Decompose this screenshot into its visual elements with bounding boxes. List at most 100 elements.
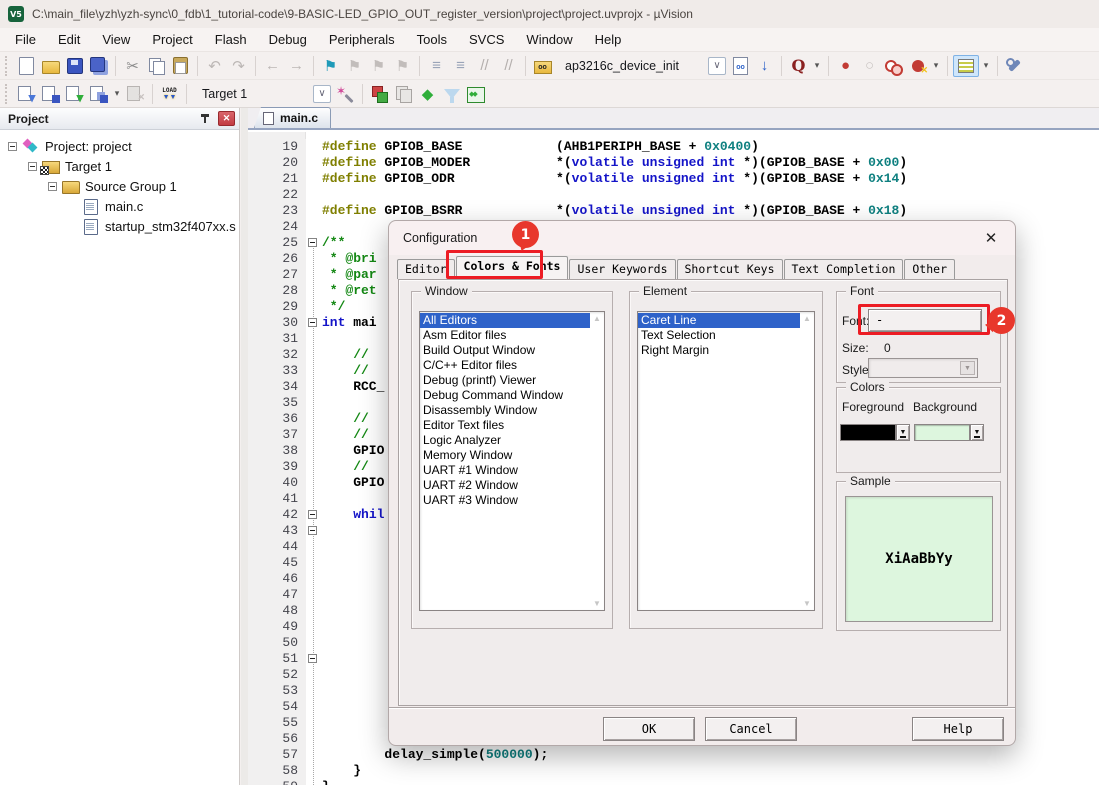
paste-icon[interactable] [169, 55, 192, 77]
fold-collapse-icon[interactable] [308, 318, 317, 327]
unindent-icon[interactable]: ≡ [425, 55, 448, 77]
list-item[interactable]: Right Margin [638, 343, 800, 358]
dialog-close-icon[interactable]: ✕ [981, 229, 1001, 247]
tree-item-main-c[interactable]: main.c [0, 196, 239, 216]
dropdown-arrow-icon[interactable]: ▾ [811, 55, 823, 77]
undo-icon[interactable]: ↶ [203, 55, 226, 77]
manage-books-icon[interactable]: ◆ [416, 83, 439, 105]
tree-item-project-project[interactable]: Project: project [0, 136, 239, 156]
save-all-icon[interactable] [87, 55, 110, 77]
file-extensions-icon[interactable] [440, 83, 463, 105]
fold-collapse-icon[interactable] [308, 526, 317, 535]
manage-rte-icon[interactable] [368, 83, 391, 105]
indent-icon[interactable]: ≡ [449, 55, 472, 77]
disable-all-breakpoints-icon[interactable] [882, 55, 905, 77]
dropdown-arrow-icon[interactable]: ▾ [111, 83, 123, 105]
save-icon[interactable] [63, 55, 86, 77]
list-item[interactable]: All Editors [420, 313, 590, 328]
toolbar-grip[interactable] [5, 84, 11, 104]
scroll-up-icon[interactable]: ▲ [593, 314, 601, 323]
element-list-scrollbar[interactable]: ▲▼ [800, 312, 814, 610]
stop-build-icon[interactable] [124, 83, 147, 105]
ok-button[interactable]: OK [603, 717, 695, 741]
scroll-down-icon[interactable]: ▼ [803, 599, 811, 608]
dropdown-arrow-icon[interactable]: ▾ [980, 55, 992, 77]
toolbar-grip[interactable] [5, 56, 11, 76]
find-icon[interactable] [729, 55, 752, 77]
list-item[interactable]: UART #2 Window [420, 478, 590, 493]
menu-window[interactable]: Window [515, 29, 583, 50]
scroll-up-icon[interactable]: ▲ [803, 314, 811, 323]
configuration-wrench-icon[interactable] [1003, 55, 1026, 77]
uncomment-icon[interactable]: // [497, 55, 520, 77]
build-icon[interactable] [39, 83, 62, 105]
background-dropdown-icon[interactable] [970, 424, 984, 441]
find-in-files-icon[interactable] [531, 55, 554, 77]
list-item[interactable]: Debug Command Window [420, 388, 590, 403]
navigate-back-icon[interactable]: ← [261, 55, 284, 77]
translate-file-icon[interactable] [15, 83, 38, 105]
dialog-tab-text-completion[interactable]: Text Completion [784, 259, 904, 279]
menu-flash[interactable]: Flash [204, 29, 258, 50]
cancel-button[interactable]: Cancel [705, 717, 797, 741]
dialog-tab-other[interactable]: Other [904, 259, 955, 279]
copy-icon[interactable] [145, 55, 168, 77]
insert-breakpoint-icon[interactable]: ● [834, 55, 857, 77]
menu-file[interactable]: File [4, 29, 47, 50]
dialog-tab-shortcut-keys[interactable]: Shortcut Keys [677, 259, 783, 279]
navigate-forward-icon[interactable]: → [285, 55, 308, 77]
next-bookmark-icon[interactable]: ⚑ [367, 55, 390, 77]
scroll-down-icon[interactable]: ▼ [593, 599, 601, 608]
target-select[interactable]: Target 1 [192, 84, 310, 104]
enable-disable-breakpoint-icon[interactable]: ○ [858, 55, 881, 77]
prev-bookmark-icon[interactable]: ⚑ [343, 55, 366, 77]
pack-installer-icon[interactable] [464, 83, 487, 105]
tree-item-startup-stm32f407xx-s[interactable]: startup_stm32f407xx.s [0, 216, 239, 236]
pin-icon[interactable] [198, 112, 212, 126]
menu-project[interactable]: Project [141, 29, 203, 50]
expander-icon[interactable] [28, 162, 37, 171]
list-item[interactable]: Logic Analyzer [420, 433, 590, 448]
kill-all-breakpoints-icon[interactable] [906, 55, 929, 77]
list-item[interactable]: Memory Window [420, 448, 590, 463]
menu-debug[interactable]: Debug [258, 29, 318, 50]
list-item[interactable]: Asm Editor files [420, 328, 590, 343]
expander-icon[interactable] [8, 142, 17, 151]
panel-splitter[interactable] [241, 108, 248, 785]
close-panel-button[interactable]: ✕ [218, 111, 235, 126]
rebuild-all-icon[interactable] [63, 83, 86, 105]
cut-icon[interactable]: ✂ [121, 55, 144, 77]
open-file-icon[interactable] [39, 55, 62, 77]
menu-help[interactable]: Help [584, 29, 633, 50]
dialog-tab-user-keywords[interactable]: User Keywords [569, 259, 675, 279]
options-for-target-icon[interactable] [334, 83, 357, 105]
tab-main-c[interactable]: main.c [254, 107, 331, 128]
foreground-color-swatch[interactable] [840, 424, 896, 441]
list-item[interactable]: Debug (printf) Viewer [420, 373, 590, 388]
dropdown-arrow-icon[interactable]: ▾ [930, 55, 942, 77]
tree-item-source-group-1[interactable]: Source Group 1 [0, 176, 239, 196]
current-window-layout-icon[interactable] [953, 55, 979, 77]
list-item[interactable]: Disassembly Window [420, 403, 590, 418]
menu-view[interactable]: View [91, 29, 141, 50]
menu-svcs[interactable]: SVCS [458, 29, 515, 50]
incremental-find-icon[interactable]: ↓ [753, 55, 776, 77]
window-list-scrollbar[interactable]: ▲▼ [590, 312, 604, 610]
help-button[interactable]: Help [912, 717, 1004, 741]
list-item[interactable]: UART #3 Window [420, 493, 590, 508]
fold-collapse-icon[interactable] [308, 510, 317, 519]
list-item[interactable]: Text Selection [638, 328, 800, 343]
list-item[interactable]: C/C++ Editor files [420, 358, 590, 373]
target-select-dropdown-icon[interactable]: ∨ [313, 85, 331, 103]
clear-bookmarks-icon[interactable]: ⚑ [391, 55, 414, 77]
batch-build-icon[interactable] [87, 83, 110, 105]
list-item[interactable]: Editor Text files [420, 418, 590, 433]
element-listbox[interactable]: Caret LineText SelectionRight Margin ▲▼ [637, 311, 815, 611]
style-select[interactable] [868, 358, 978, 378]
foreground-dropdown-icon[interactable] [896, 424, 910, 441]
fold-collapse-icon[interactable] [308, 238, 317, 247]
menu-peripherals[interactable]: Peripherals [318, 29, 406, 50]
find-in-files-q-icon[interactable]: Q [787, 55, 810, 77]
copy-windows-icon[interactable] [392, 83, 415, 105]
find-combo-dropdown-icon[interactable]: ∨ [708, 57, 726, 75]
